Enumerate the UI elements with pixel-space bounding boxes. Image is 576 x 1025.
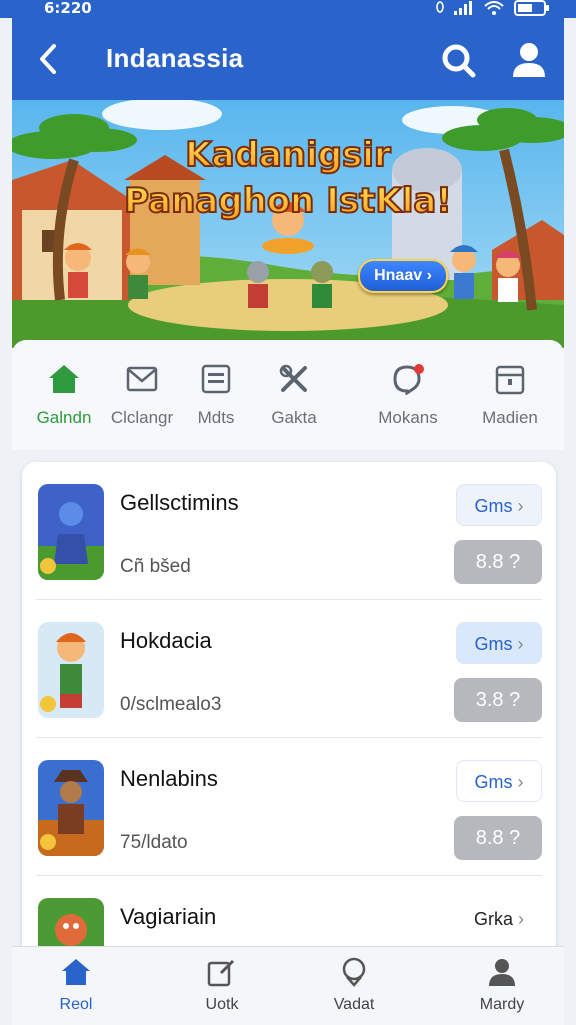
game-title: Nenlabins bbox=[120, 766, 218, 791]
category-gakta[interactable]: Gakta bbox=[248, 362, 340, 428]
banner-title-line2: Panaghon IstKla! bbox=[124, 181, 452, 221]
app-bar: Indanassia bbox=[12, 18, 564, 100]
wifi-icon bbox=[484, 1, 504, 15]
edit-icon bbox=[207, 959, 235, 987]
game-action-button[interactable]: Gms › bbox=[456, 760, 542, 802]
game-subtitle: 0/sclmealo3 bbox=[120, 694, 222, 715]
game-thumbnail bbox=[38, 484, 104, 580]
location-icon bbox=[342, 957, 366, 987]
game-action-label: Gms bbox=[474, 634, 513, 654]
home-icon bbox=[62, 959, 90, 985]
game-action-button[interactable]: Gms › bbox=[456, 622, 542, 664]
game-action-button[interactable]: Gms › bbox=[456, 484, 542, 526]
tab-label: Reol bbox=[59, 996, 93, 1013]
category-bar: Galndn Clclangr Mdts Gakta Mokans Madien bbox=[12, 340, 564, 450]
calendar-icon bbox=[495, 365, 525, 395]
category-label: Madien bbox=[482, 408, 538, 427]
signal-icon bbox=[454, 1, 472, 15]
game-rating-badge: 3.8 ? bbox=[454, 678, 542, 722]
game-title: Vagiariain bbox=[120, 904, 217, 929]
tab-vadat[interactable]: Vadat bbox=[304, 957, 404, 1014]
game-action-label: Gms bbox=[474, 496, 513, 516]
game-action-button[interactable]: Grka › bbox=[456, 898, 542, 940]
game-list: Gellsctimins Cñ bšed Gms › 8.8 ? Hokdaci… bbox=[22, 462, 556, 1022]
search-icon[interactable] bbox=[440, 42, 476, 78]
chevron-right-icon: › bbox=[517, 496, 524, 516]
chevron-right-icon: › bbox=[517, 772, 524, 792]
banner-cta-button[interactable]: Hnaav › bbox=[358, 259, 448, 293]
mail-icon bbox=[126, 366, 158, 392]
game-thumbnail bbox=[38, 622, 104, 718]
profile-icon bbox=[489, 959, 515, 986]
tab-mardy[interactable]: Mardy bbox=[452, 957, 552, 1014]
back-arrow-icon[interactable] bbox=[36, 42, 60, 76]
game-action-label: Gms bbox=[474, 772, 513, 792]
category-label: Mokans bbox=[378, 408, 438, 427]
list-item[interactable]: Nenlabins 75/ldato Gms › 8.8 ? bbox=[22, 738, 556, 876]
tools-icon bbox=[279, 364, 307, 392]
list-item[interactable]: Hokdacia 0/sclmealo3 Gms › 3.8 ? bbox=[22, 600, 556, 738]
game-thumbnail bbox=[38, 760, 104, 856]
tab-label: Vadat bbox=[333, 996, 375, 1013]
status-bar: 6:220 bbox=[0, 0, 576, 18]
page-title: Indanassia bbox=[106, 43, 244, 73]
printer-icon bbox=[201, 364, 231, 394]
game-subtitle: 75/ldato bbox=[120, 832, 188, 853]
battery-icon bbox=[514, 0, 549, 16]
home-icon bbox=[49, 365, 79, 393]
profile-icon[interactable] bbox=[512, 42, 546, 78]
game-title: Gellsctimins bbox=[120, 490, 239, 515]
category-madien[interactable]: Madien bbox=[464, 362, 556, 428]
category-mokans[interactable]: Mokans bbox=[362, 362, 454, 428]
game-rating-badge: 8.8 ? bbox=[454, 540, 542, 584]
game-rating-badge: 8.8 ? bbox=[454, 816, 542, 860]
bottom-tab-bar: Reol Uotk Vadat Mardy bbox=[12, 946, 564, 1025]
tab-uotk[interactable]: Uotk bbox=[172, 957, 272, 1014]
chevron-right-icon: › bbox=[517, 634, 524, 654]
promo-banner[interactable]: Kadanigsir Panaghon IstKla! Hnaav › bbox=[12, 100, 564, 348]
banner-illustration: Kadanigsir Panaghon IstKla! bbox=[12, 100, 564, 348]
category-label: Gakta bbox=[271, 408, 317, 427]
location-status-icon bbox=[436, 1, 444, 13]
status-time: 6:220 bbox=[44, 0, 92, 17]
list-item[interactable]: Gellsctimins Cñ bšed Gms › 8.8 ? bbox=[22, 462, 556, 600]
game-title: Hokdacia bbox=[120, 628, 212, 653]
tab-label: Mardy bbox=[479, 996, 525, 1013]
chevron-right-icon: › bbox=[518, 909, 525, 929]
tab-label: Uotk bbox=[205, 996, 239, 1013]
notification-icon bbox=[393, 364, 424, 395]
tab-reol[interactable]: Reol bbox=[26, 957, 126, 1014]
banner-title-line1: Kadanigsir bbox=[185, 135, 391, 175]
game-subtitle: Cñ bšed bbox=[120, 556, 191, 577]
game-action-label: Grka bbox=[473, 909, 513, 929]
